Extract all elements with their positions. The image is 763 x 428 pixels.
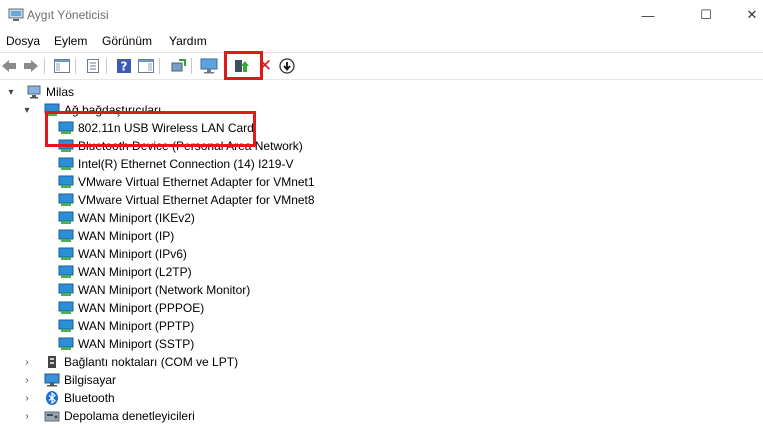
properties-button[interactable] bbox=[84, 57, 102, 75]
network-adapter-icon bbox=[58, 265, 74, 278]
update-driver-highlight bbox=[224, 51, 263, 80]
network-adapter-item[interactable]: WAN Miniport (IKEv2) bbox=[58, 209, 195, 227]
window-title: Aygıt Yöneticisi bbox=[27, 8, 109, 22]
chevron-right-icon[interactable]: › bbox=[22, 357, 32, 368]
monitor-button[interactable] bbox=[200, 57, 218, 75]
adapter-label: VMware Virtual Ethernet Adapter for VMne… bbox=[78, 175, 315, 189]
minimize-button[interactable]: — bbox=[625, 0, 671, 30]
toolbar-separator bbox=[191, 58, 192, 74]
network-adapter-item[interactable]: WAN Miniport (SSTP) bbox=[58, 335, 194, 353]
scan-hardware-button[interactable] bbox=[169, 57, 187, 75]
network-adapter-item[interactable]: WAN Miniport (PPTP) bbox=[58, 317, 194, 335]
network-adapter-icon bbox=[58, 193, 74, 206]
maximize-icon: ☐ bbox=[700, 7, 712, 22]
close-icon: ✕ bbox=[746, 7, 758, 22]
tree-category[interactable]: › Depolama denetleyicileri bbox=[22, 407, 195, 425]
forward-icon bbox=[24, 60, 38, 72]
network-adapter-icon bbox=[58, 319, 74, 332]
minimize-icon: — bbox=[641, 7, 655, 23]
adapter-label: WAN Miniport (L2TP) bbox=[78, 265, 192, 279]
tree-category[interactable]: › Bluetooth bbox=[22, 389, 115, 407]
storage-controller-icon bbox=[44, 411, 60, 422]
network-adapter-item[interactable]: WAN Miniport (L2TP) bbox=[58, 263, 192, 281]
show-hide-console-tree-icon bbox=[54, 59, 70, 73]
show-hide-console-tree-button[interactable] bbox=[53, 57, 71, 75]
maximize-button[interactable]: ☐ bbox=[683, 0, 729, 30]
network-adapter-icon bbox=[58, 301, 74, 314]
back-icon bbox=[2, 60, 16, 72]
menu-eylem[interactable]: Eylem bbox=[54, 34, 87, 48]
bluetooth-icon bbox=[46, 391, 58, 405]
chevron-down-icon[interactable]: ▾ bbox=[6, 87, 16, 98]
network-adapter-item[interactable]: VMware Virtual Ethernet Adapter for VMne… bbox=[58, 173, 315, 191]
adapter-label: WAN Miniport (SSTP) bbox=[78, 337, 195, 351]
computer-root-icon bbox=[27, 85, 41, 99]
network-adapter-icon bbox=[58, 157, 74, 170]
wireless-card-highlight bbox=[45, 111, 256, 147]
adapter-label: VMware Virtual Ethernet Adapter for VMne… bbox=[78, 193, 315, 207]
toolbar-separator bbox=[159, 58, 160, 74]
menu-dosya[interactable]: Dosya bbox=[6, 34, 40, 48]
tree-category[interactable]: › Bağlantı noktaları (COM ve LPT) bbox=[22, 353, 238, 371]
adapter-label: Intel(R) Ethernet Connection (14) I219-V bbox=[78, 157, 294, 171]
help-button[interactable]: ? bbox=[115, 57, 133, 75]
close-button[interactable]: ✕ bbox=[729, 0, 763, 30]
menu-bar: Dosya Eylem Görünüm Yardım bbox=[0, 31, 763, 51]
forward-button[interactable] bbox=[22, 57, 40, 75]
properties-icon bbox=[87, 59, 99, 73]
action-pane-icon bbox=[138, 59, 154, 73]
adapter-label: WAN Miniport (IPv6) bbox=[78, 247, 187, 261]
network-adapter-item[interactable]: WAN Miniport (Network Monitor) bbox=[58, 281, 250, 299]
network-adapter-item[interactable]: WAN Miniport (IPv6) bbox=[58, 245, 187, 263]
toolbar-separator bbox=[44, 58, 45, 74]
chevron-right-icon[interactable]: › bbox=[22, 393, 32, 404]
network-adapter-icon bbox=[58, 175, 74, 188]
disable-icon bbox=[279, 58, 295, 74]
network-adapter-icon bbox=[58, 229, 74, 242]
category-label: Bağlantı noktaları (COM ve LPT) bbox=[64, 355, 239, 369]
adapter-label: WAN Miniport (IP) bbox=[78, 229, 175, 243]
port-icon bbox=[48, 356, 56, 368]
svg-text:?: ? bbox=[121, 60, 128, 74]
network-adapter-icon bbox=[58, 283, 74, 296]
network-adapter-item[interactable]: VMware Virtual Ethernet Adapter for VMne… bbox=[58, 191, 315, 209]
title-bar: Aygıt Yöneticisi — ☐ ✕ bbox=[0, 0, 763, 30]
adapter-label: WAN Miniport (PPPOE) bbox=[78, 301, 205, 315]
toolbar-separator bbox=[75, 58, 76, 74]
network-adapter-item[interactable]: WAN Miniport (IP) bbox=[58, 227, 174, 245]
network-adapter-icon bbox=[58, 211, 74, 224]
monitor-icon bbox=[200, 58, 218, 74]
chevron-right-icon[interactable]: › bbox=[22, 375, 32, 386]
network-adapter-item[interactable]: WAN Miniport (PPPOE) bbox=[58, 299, 204, 317]
back-button[interactable] bbox=[0, 57, 18, 75]
category-label: Bluetooth bbox=[64, 391, 115, 405]
adapter-label: WAN Miniport (IKEv2) bbox=[78, 211, 195, 225]
device-manager-icon bbox=[8, 8, 24, 21]
category-label: Bilgisayar bbox=[64, 373, 117, 387]
chevron-right-icon[interactable]: › bbox=[22, 411, 32, 422]
action-pane-button[interactable] bbox=[137, 57, 155, 75]
adapter-label: WAN Miniport (PPTP) bbox=[78, 319, 195, 333]
adapter-label: WAN Miniport (Network Monitor) bbox=[78, 283, 251, 297]
tree-root[interactable]: ▾ Milas bbox=[6, 83, 74, 101]
network-adapter-icon bbox=[58, 247, 74, 260]
toolbar: ? ✕ bbox=[0, 51, 763, 80]
menu-gorunum[interactable]: Görünüm bbox=[102, 34, 152, 48]
network-adapter-icon bbox=[58, 337, 74, 350]
scan-hardware-icon bbox=[171, 59, 186, 72]
category-label: Depolama denetleyicileri bbox=[64, 409, 195, 423]
menu-yardim[interactable]: Yardım bbox=[169, 34, 207, 48]
computer-icon bbox=[44, 373, 60, 387]
disable-device-button[interactable] bbox=[278, 57, 296, 75]
chevron-down-icon[interactable]: ▾ bbox=[22, 105, 32, 116]
toolbar-separator bbox=[106, 58, 107, 74]
root-label: Milas bbox=[46, 85, 75, 99]
tree-category[interactable]: › Bilgisayar bbox=[22, 371, 116, 389]
help-icon: ? bbox=[117, 59, 131, 74]
network-adapter-item[interactable]: Intel(R) Ethernet Connection (14) I219-V bbox=[58, 155, 293, 173]
